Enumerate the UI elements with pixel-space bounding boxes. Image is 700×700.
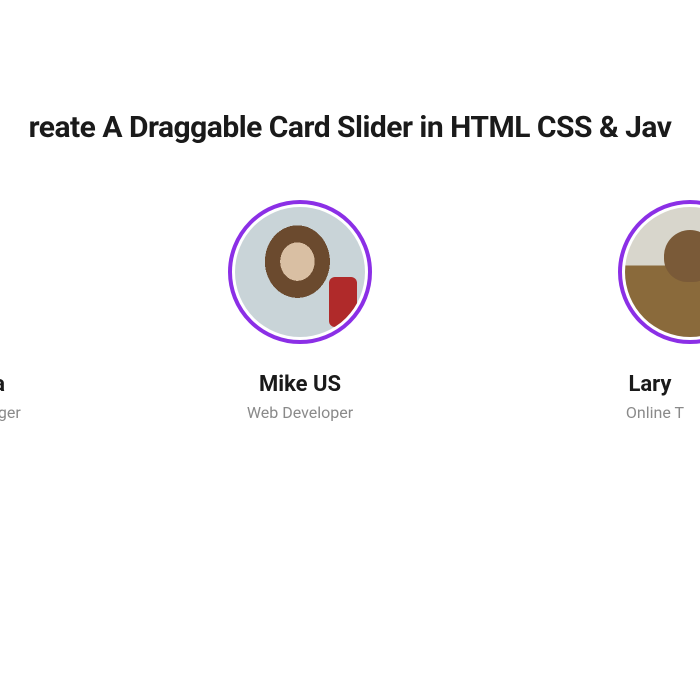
profile-card[interactable]: Mike US Web Developer: [200, 200, 400, 422]
page-title: reate A Draggable Card Slider in HTML CS…: [0, 110, 700, 145]
profile-role: ager: [0, 403, 21, 422]
profile-name: dia: [0, 372, 5, 397]
main-container: reate A Draggable Card Slider in HTML CS…: [0, 0, 700, 700]
avatar-ring: [618, 200, 700, 344]
profile-role: Web Developer: [247, 403, 353, 422]
profile-name: Lary: [628, 372, 671, 397]
avatar-ring: [228, 200, 372, 344]
profile-role: Online T: [626, 403, 684, 422]
profile-name: Mike US: [259, 372, 341, 397]
profile-card[interactable]: Lary Online T: [530, 200, 700, 422]
card-slider[interactable]: dia ager Mike US Web Developer Lary Onli…: [0, 200, 700, 422]
profile-card[interactable]: dia ager: [0, 200, 70, 422]
avatar-icon: [235, 207, 365, 337]
avatar-icon: [625, 207, 700, 337]
